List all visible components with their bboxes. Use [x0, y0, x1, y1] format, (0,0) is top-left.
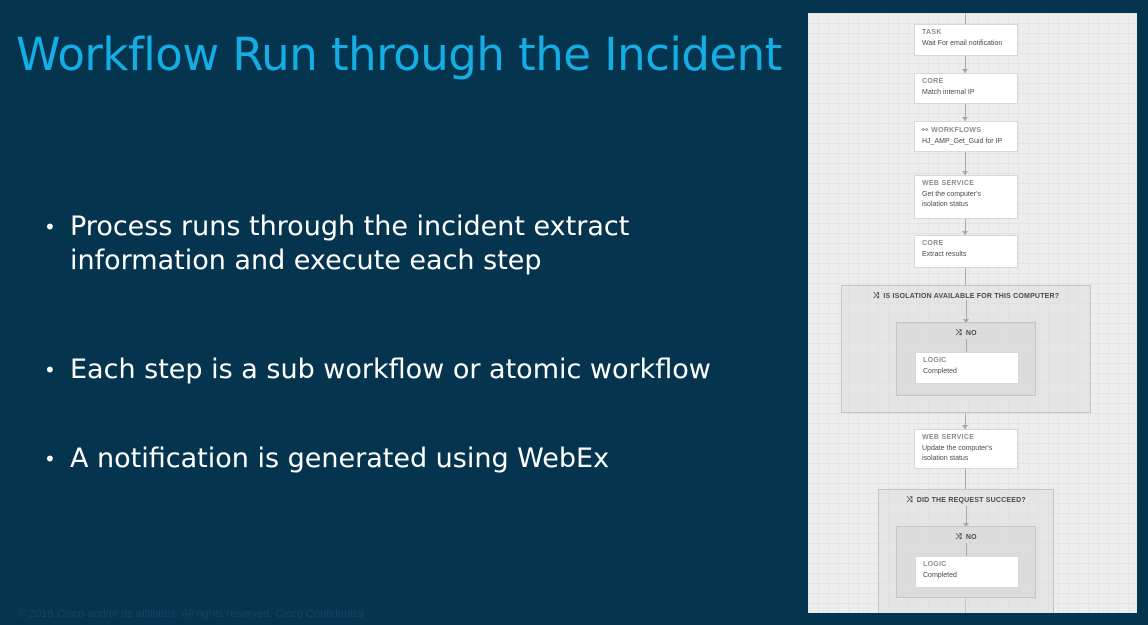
condition-header: ⤨ DID THE REQUEST SUCCEED? [879, 495, 1053, 505]
step-name: Completed [923, 368, 957, 375]
step-name: Completed [923, 572, 957, 579]
step-type: LOGIC [923, 357, 947, 364]
bullet-marker: • [44, 358, 56, 382]
bullet-text: A notification is generated using WebEx [70, 443, 610, 474]
step-type: CORE [922, 240, 944, 247]
shuffle-icon: ⤨ [955, 532, 962, 541]
condition-block[interactable]: ⤨ DID THE REQUEST SUCCEED? ⤨ NO LOGIC Comp… [878, 489, 1054, 613]
slide-title: Workflow Run through the Incident [16, 28, 782, 81]
step-name: Match internal IP [922, 89, 975, 96]
workflow-step[interactable]: CORE Extract results [914, 235, 1018, 268]
connector [965, 268, 966, 285]
bullet-item: • A notification is generated using WebE… [44, 442, 724, 476]
step-name: HJ_AMP_Get_Guid for IP [922, 138, 1003, 145]
bullet-item: • Process runs through the incident extr… [44, 210, 724, 278]
step-name: Wait For email notification [922, 40, 1003, 47]
workflow-step[interactable]: CORE Match internal IP [914, 73, 1018, 104]
branch-block[interactable]: ⤨ NO LOGIC Completed [896, 526, 1036, 598]
condition-label: IS ISOLATION AVAILABLE FOR THIS COMPUTER… [883, 293, 1060, 300]
workflow-step[interactable]: TASK Wait For email notification [914, 24, 1018, 56]
workflow-step[interactable]: LOGIC Completed [915, 352, 1019, 384]
branch-label: NO [965, 534, 977, 541]
workflow-icon: ⚯ [922, 127, 929, 134]
bullet-marker: • [44, 447, 56, 471]
connector [965, 13, 966, 24]
bullet-item: • Each step is a sub workflow or atomic … [44, 353, 724, 387]
step-type: CORE [922, 78, 944, 85]
step-name: Extract results [922, 251, 967, 258]
step-type: WEB SERVICE [922, 180, 975, 187]
connector [966, 339, 967, 352]
connector [966, 543, 967, 556]
workflow-canvas[interactable]: TASK Wait For email notification CORE Ma… [808, 13, 1137, 613]
step-type: ⚯ WORKFLOWS [922, 126, 1010, 134]
workflow-step[interactable]: ⚯ WORKFLOWS HJ_AMP_Get_Guid for IP [914, 121, 1018, 152]
branch-block[interactable]: ⤨ NO LOGIC Completed [896, 322, 1036, 396]
step-type: TASK [922, 29, 942, 36]
step-name: Update the computer's isolation status [922, 445, 993, 462]
workflow-step[interactable]: LOGIC Completed [915, 556, 1019, 588]
shuffle-icon: ⤨ [955, 328, 962, 337]
copyright-footer: © 2018 Cisco and/or its affiliates. All … [18, 608, 365, 620]
shuffle-icon: ⤨ [906, 495, 913, 504]
bullet-text: Each step is a sub workflow or atomic wo… [70, 354, 711, 385]
branch-header: ⤨ NO [897, 532, 1035, 542]
step-type: WEB SERVICE [922, 434, 975, 441]
connector [965, 469, 966, 489]
step-type-label: WORKFLOWS [931, 127, 982, 134]
shuffle-icon: ⤨ [872, 291, 880, 300]
branch-label: NO [965, 330, 977, 337]
condition-block[interactable]: ⤨ IS ISOLATION AVAILABLE FOR THIS COMPUTE… [841, 285, 1091, 413]
step-name: Get the computer's isolation status [922, 191, 981, 208]
branch-header: ⤨ NO [897, 328, 1035, 338]
workflow-step[interactable]: WEB SERVICE Get the computer's isolation… [914, 175, 1018, 219]
step-type: LOGIC [923, 561, 947, 568]
workflow-step[interactable]: WEB SERVICE Update the computer's isolat… [914, 429, 1018, 469]
bullet-marker: • [44, 215, 56, 239]
bullet-text: Process runs through the incident extrac… [70, 211, 630, 276]
condition-label: DID THE REQUEST SUCCEED? [916, 497, 1026, 504]
